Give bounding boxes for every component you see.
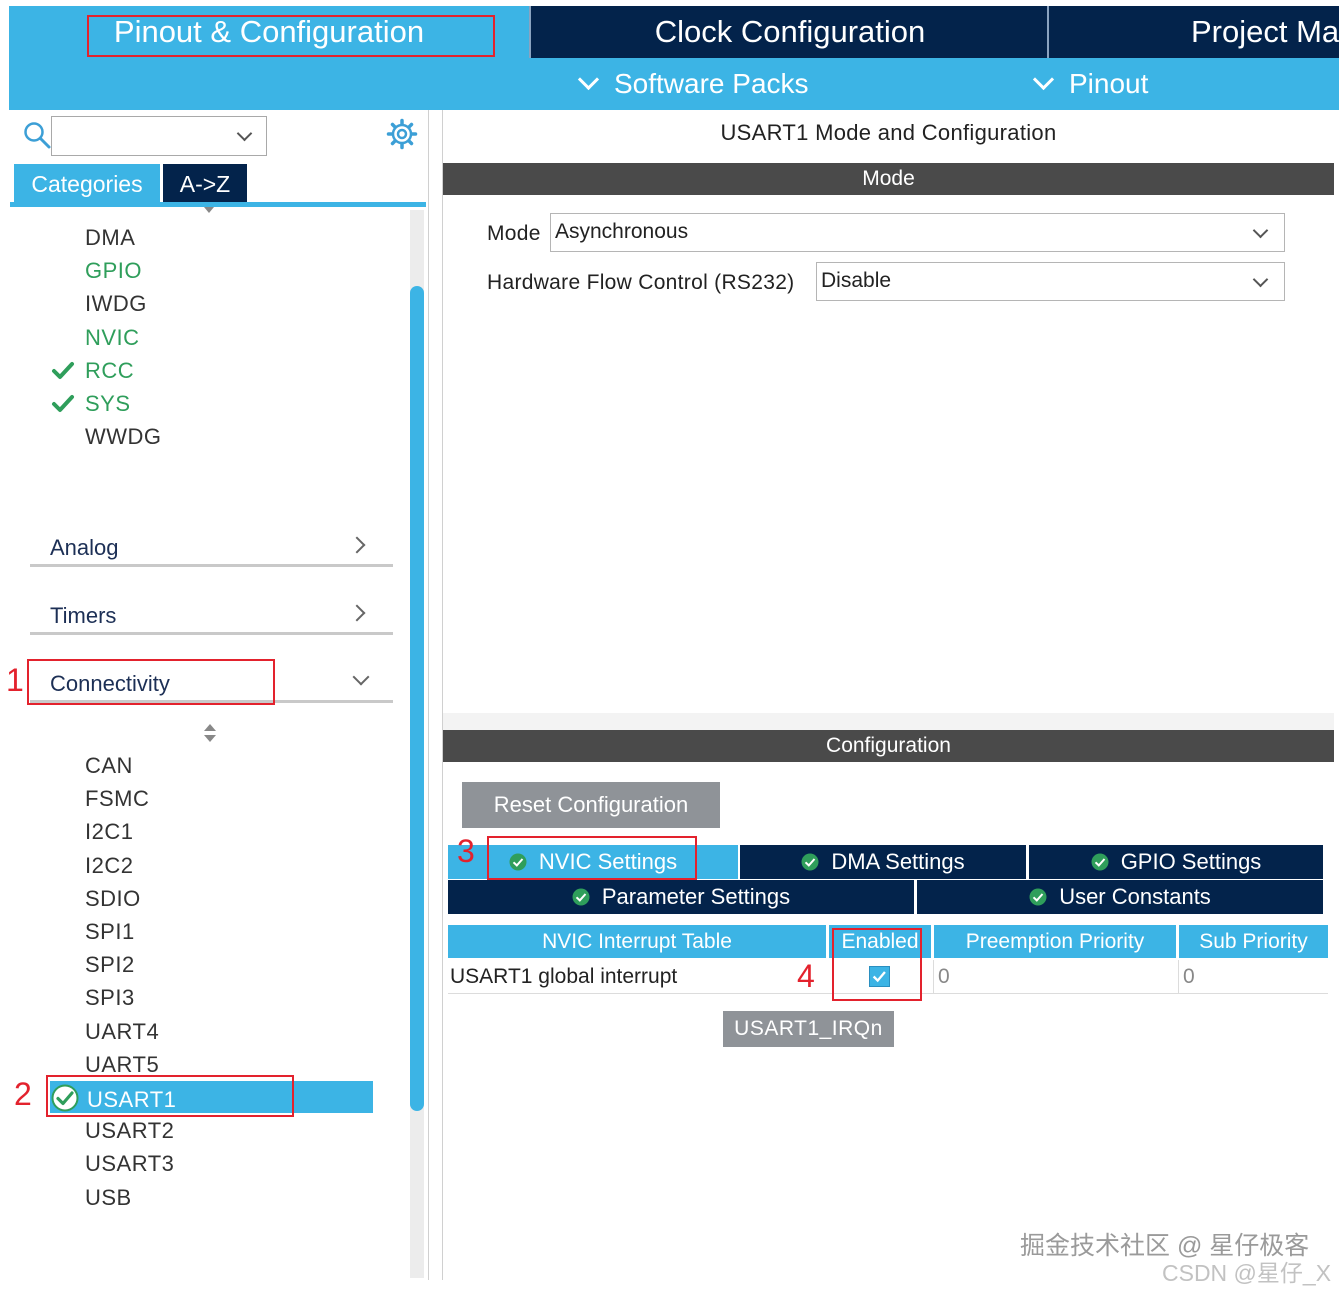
list-item-sys[interactable]: SYS	[85, 391, 131, 417]
annotation-box-nvic	[487, 836, 697, 880]
list-item-dma[interactable]: DMA	[85, 225, 135, 251]
configuration-header: Configuration	[443, 730, 1334, 762]
irq-tooltip: USART1_IRQn	[723, 1011, 894, 1047]
annotation-box-enabled	[832, 928, 922, 1001]
chevron-down-icon	[577, 68, 600, 90]
tab-user-constants[interactable]: User Constants	[917, 880, 1323, 914]
annotation-box-pinout	[87, 15, 495, 57]
chevron-down-icon	[1252, 222, 1269, 239]
search-icon[interactable]	[22, 120, 52, 150]
group-analog[interactable]: Analog	[30, 527, 393, 567]
group-timers[interactable]: Timers	[30, 595, 393, 635]
check-circle-icon	[801, 853, 819, 871]
list-item-gpio[interactable]: GPIO	[85, 258, 142, 284]
list-item-wwdg[interactable]: WWDG	[85, 424, 162, 450]
pinout-menu[interactable]: Pinout	[1032, 58, 1148, 110]
interrupt-name-cell: USART1 global interrupt	[448, 960, 828, 994]
chevron-down-icon	[1032, 68, 1055, 90]
software-packs-label: Software Packs	[614, 68, 809, 99]
tab-clock-label: Clock Configuration	[654, 14, 926, 49]
tab-dma-settings-label: DMA Settings	[831, 849, 965, 874]
list-item-rcc[interactable]: RCC	[85, 358, 134, 384]
tab-separator	[1047, 6, 1049, 58]
tab-categories-label: Categories	[31, 170, 143, 197]
list-item-spi3[interactable]: SPI3	[85, 985, 135, 1011]
list-item-iwdg[interactable]: IWDG	[85, 291, 147, 317]
annotation-number-4: 4	[797, 958, 815, 994]
annotation-number-3: 3	[457, 833, 475, 869]
annotation-number-1: 1	[6, 662, 24, 698]
list-item-usart2[interactable]: USART2	[85, 1118, 174, 1144]
tab-separator	[529, 6, 531, 58]
group-analog-label: Analog	[50, 535, 119, 560]
checkmark-icon	[52, 361, 74, 379]
mode-header: Mode	[443, 163, 1334, 195]
column-header-sub-priority[interactable]: Sub Priority	[1179, 925, 1328, 958]
tab-a-to-z-label: A->Z	[179, 170, 231, 197]
mode-label: Mode	[487, 222, 541, 245]
checkmark-icon	[52, 395, 74, 412]
chevron-down-icon	[1252, 271, 1269, 288]
tab-dma-settings[interactable]: DMA Settings	[740, 845, 1026, 879]
mode-select-value: Asynchronous	[555, 220, 689, 243]
annotation-number-2: 2	[14, 1076, 32, 1112]
tab-project-manager[interactable]: Project Ma	[1051, 6, 1339, 58]
tab-parameter-settings-label: Parameter Settings	[601, 884, 791, 909]
list-item-uart5[interactable]: UART5	[85, 1052, 159, 1078]
list-item-uart4[interactable]: UART4	[85, 1019, 159, 1045]
scroll-down-arrow-icon[interactable]	[204, 207, 214, 213]
tab-underline	[10, 202, 426, 207]
chevron-right-icon	[348, 604, 366, 622]
list-item-nvic[interactable]: NVIC	[85, 325, 140, 351]
pinout-menu-label: Pinout	[1069, 68, 1149, 99]
list-item-i2c2[interactable]: I2C2	[85, 853, 133, 879]
tab-gpio-settings-label: GPIO Settings	[1120, 849, 1262, 874]
scrollbar-thumb[interactable]	[410, 286, 424, 1111]
flow-control-select-value: Disable	[821, 269, 892, 292]
tab-project-label: Project Ma	[1191, 14, 1339, 49]
reset-configuration-button[interactable]: Reset Configuration	[462, 782, 720, 828]
list-item-sdio[interactable]: SDIO	[85, 886, 141, 912]
group-timers-label: Timers	[50, 603, 117, 628]
mode-area	[443, 110, 1334, 713]
list-item-spi2[interactable]: SPI2	[85, 952, 135, 978]
list-item-can[interactable]: CAN	[85, 753, 133, 779]
sub-priority-cell[interactable]: 0	[1178, 960, 1328, 994]
list-item-fsmc[interactable]: FSMC	[85, 786, 149, 812]
column-header-preemption[interactable]: Preemption Priority	[934, 925, 1176, 958]
list-item-usb[interactable]: USB	[85, 1185, 132, 1211]
tab-a-to-z[interactable]: A->Z	[163, 164, 247, 204]
watermark-csdn: CSDN @星仔_X	[1162, 1260, 1332, 1286]
tab-gpio-settings[interactable]: GPIO Settings	[1029, 845, 1323, 879]
preemption-priority-cell[interactable]: 0	[933, 960, 1178, 994]
list-item-i2c1[interactable]: I2C1	[85, 819, 133, 845]
flow-control-select[interactable]: Disable	[816, 262, 1285, 301]
tab-user-constants-label: User Constants	[1059, 884, 1211, 909]
search-input[interactable]	[51, 116, 267, 156]
list-item-usart3[interactable]: USART3	[85, 1151, 174, 1177]
mode-select[interactable]: Asynchronous	[550, 213, 1285, 252]
panel-title: USART1 Mode and Configuration	[720, 120, 1057, 145]
check-circle-icon	[1091, 853, 1109, 871]
sub-menu-bar: Software Packs Pinout	[9, 58, 1339, 110]
gear-icon[interactable]	[386, 118, 418, 150]
column-header-interrupt[interactable]: NVIC Interrupt Table	[448, 925, 826, 958]
tab-clock-configuration[interactable]: Clock Configuration	[533, 6, 1047, 58]
tab-parameter-settings[interactable]: Parameter Settings	[448, 880, 914, 914]
tab-categories[interactable]: Categories	[14, 164, 160, 204]
chevron-down-icon	[236, 125, 253, 142]
check-circle-icon	[1029, 888, 1047, 906]
check-circle-icon	[572, 888, 590, 906]
annotation-box-usart1	[46, 1075, 294, 1117]
software-packs-menu[interactable]: Software Packs	[577, 58, 809, 110]
chevron-down-icon	[352, 668, 370, 686]
annotation-box-connectivity	[27, 659, 275, 705]
flow-control-label: Hardware Flow Control (RS232)	[487, 271, 795, 294]
list-item-spi1[interactable]: SPI1	[85, 919, 135, 945]
sort-arrows-icon[interactable]	[203, 723, 217, 743]
chevron-right-icon	[348, 536, 366, 554]
